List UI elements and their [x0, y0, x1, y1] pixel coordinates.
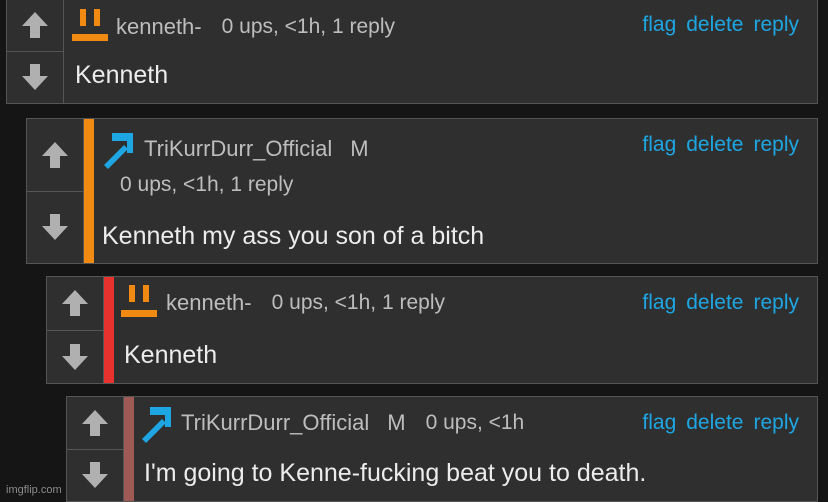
upvote-button[interactable]: [7, 0, 63, 51]
comment-body: kenneth- 0 ups, <1h, 1 reply flag delete r…: [114, 277, 817, 383]
reply-link[interactable]: reply: [753, 133, 799, 156]
vote-column: [27, 119, 84, 263]
comment-header: TriKurrDurr_Official M: [100, 129, 369, 169]
up-arrow-icon: [82, 409, 108, 436]
orange-face-icon: [72, 9, 108, 41]
comment-meta: 0 ups, <1h, 1 reply: [271, 291, 445, 314]
comment: TriKurrDurr_Official M 0 ups, <1h flag de…: [66, 396, 818, 502]
down-arrow-icon: [82, 462, 108, 489]
delete-link[interactable]: delete: [686, 291, 743, 314]
comment-actions: flag delete reply: [632, 13, 799, 37]
comment-meta: 0 ups, <1h: [425, 411, 525, 434]
comment-actions: flag delete reply: [632, 291, 799, 315]
vote-column: [47, 277, 104, 383]
thread-stripe: [104, 277, 114, 383]
comment-actions: flag delete reply: [632, 133, 799, 157]
vote-column: [67, 397, 124, 501]
comment-meta: 0 ups, <1h, 1 reply: [221, 15, 395, 38]
username[interactable]: kenneth-: [166, 290, 252, 316]
comment-body: TriKurrDurr_Official M 0 ups, <1h, 1 rep…: [94, 119, 817, 263]
mod-badge: M: [387, 410, 406, 435]
comment-header: kenneth- 0 ups, <1h, 1 reply: [70, 7, 395, 47]
flag-link[interactable]: flag: [642, 133, 676, 156]
delete-link[interactable]: delete: [686, 411, 743, 434]
comment-actions: flag delete reply: [632, 411, 799, 435]
flag-link[interactable]: flag: [642, 13, 676, 36]
blue-pickaxe-icon: [142, 407, 171, 443]
blue-pickaxe-icon: [104, 133, 133, 169]
comment-header: kenneth- 0 ups, <1h, 1 reply: [119, 283, 445, 323]
reply-link[interactable]: reply: [753, 291, 799, 314]
downvote-button[interactable]: [27, 190, 83, 264]
up-arrow-icon: [22, 11, 48, 38]
down-arrow-icon: [62, 343, 88, 370]
up-arrow-icon: [62, 290, 88, 317]
comment-text: Kenneth: [75, 61, 169, 89]
comment-header: TriKurrDurr_Official M 0 ups, <1h: [138, 403, 524, 443]
watermark: imgflip.com: [6, 484, 62, 496]
thread-stripe: [84, 119, 94, 263]
up-arrow-icon: [42, 141, 68, 168]
comment-text: Kenneth: [124, 341, 218, 369]
reply-link[interactable]: reply: [753, 411, 799, 434]
down-arrow-icon: [42, 214, 68, 241]
flag-link[interactable]: flag: [642, 291, 676, 314]
comment: kenneth- 0 ups, <1h, 1 reply flag delete r…: [46, 276, 818, 384]
upvote-button[interactable]: [47, 277, 103, 330]
flag-link[interactable]: flag: [642, 411, 676, 434]
downvote-button[interactable]: [67, 448, 123, 502]
username[interactable]: TriKurrDurr_Official: [144, 136, 332, 162]
username[interactable]: TriKurrDurr_Official: [181, 410, 369, 436]
delete-link[interactable]: delete: [686, 133, 743, 156]
reply-link[interactable]: reply: [753, 13, 799, 36]
username[interactable]: kenneth-: [116, 14, 202, 40]
delete-link[interactable]: delete: [686, 13, 743, 36]
comment-body: TriKurrDurr_Official M 0 ups, <1h flag de…: [134, 397, 817, 501]
comment: kenneth- 0 ups, <1h, 1 reply flag delete r…: [6, 0, 818, 104]
mod-badge: M: [350, 136, 369, 161]
upvote-button[interactable]: [67, 397, 123, 449]
downvote-button[interactable]: [47, 329, 103, 384]
comment-body: kenneth- 0 ups, <1h, 1 reply flag delete r…: [64, 0, 817, 103]
comment: TriKurrDurr_Official M 0 ups, <1h, 1 rep…: [26, 118, 818, 264]
thread-stripe: [124, 397, 134, 501]
down-arrow-icon: [22, 64, 48, 91]
orange-face-icon: [121, 285, 157, 317]
downvote-button[interactable]: [7, 50, 63, 104]
vote-column: [7, 0, 64, 103]
comment-meta: 0 ups, <1h, 1 reply: [120, 173, 294, 196]
comment-text: I'm going to Kenne-fucking beat you to d…: [144, 459, 647, 487]
comment-text: Kenneth my ass you son of a bitch: [102, 222, 485, 250]
upvote-button[interactable]: [27, 119, 83, 191]
